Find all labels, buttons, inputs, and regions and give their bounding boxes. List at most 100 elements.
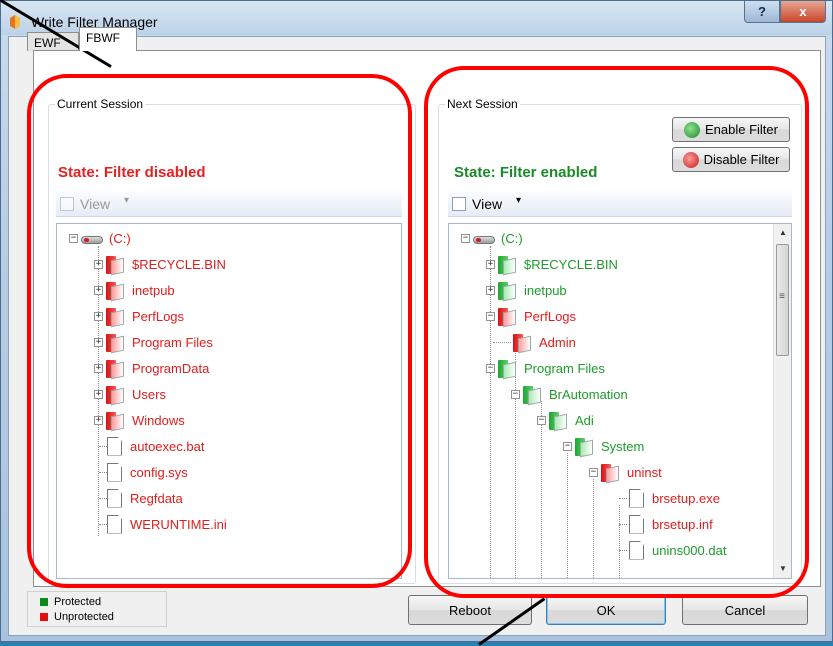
shield-x-icon — [682, 151, 699, 168]
grip-icon: ≡ — [779, 291, 785, 302]
tree-node-label: Admin — [539, 334, 576, 350]
scroll-up-icon[interactable]: ▲ — [774, 224, 791, 241]
tab-fbwf[interactable]: FBWF — [79, 27, 137, 51]
tree-node[interactable]: + $RECYCLE.BIN — [486, 254, 618, 276]
expand-icon[interactable]: + — [94, 389, 103, 399]
tree-node-label: brsetup.inf — [652, 516, 713, 532]
expand-icon[interactable]: + — [94, 285, 103, 295]
folder-icon — [549, 410, 567, 432]
tree-root-drive[interactable]: − (C:) — [461, 228, 523, 248]
collapse-icon[interactable]: − — [537, 415, 546, 425]
tree-node-label: Users — [132, 386, 166, 402]
tree-node[interactable]: autoexec.bat — [99, 436, 205, 456]
file-icon — [107, 488, 122, 508]
tree-node-label: Adi — [575, 412, 594, 428]
next-view-menu[interactable]: View — [472, 196, 502, 212]
collapse-icon[interactable]: − — [486, 363, 495, 373]
tree-node[interactable]: brsetup.inf — [619, 514, 713, 534]
tree-node-label: BrAutomation — [549, 386, 628, 402]
collapse-icon[interactable]: − — [486, 311, 495, 321]
file-icon — [107, 462, 122, 482]
expand-icon[interactable]: + — [94, 311, 103, 321]
folder-icon — [106, 332, 124, 354]
tree-node[interactable]: + $RECYCLE.BIN — [94, 254, 226, 276]
view-icon — [60, 197, 74, 211]
expand-icon[interactable]: + — [94, 259, 103, 269]
disable-filter-button[interactable]: Disable Filter — [672, 147, 790, 172]
folder-icon — [498, 306, 516, 328]
file-icon — [107, 436, 122, 456]
tree-node[interactable]: Regfdata — [99, 488, 183, 508]
folder-icon — [498, 358, 516, 380]
tree-node[interactable]: config.sys — [99, 462, 188, 482]
unprotected-swatch — [40, 613, 48, 621]
current-session-tree[interactable]: − (C:) + $RECYCLE.BIN + inetpub + PerfLogs … — [56, 223, 402, 579]
close-button[interactable]: x — [780, 1, 826, 23]
expand-icon[interactable]: + — [486, 259, 495, 269]
drive-icon — [81, 231, 103, 245]
tree-node-label: PerfLogs — [524, 308, 577, 324]
protected-swatch — [40, 598, 48, 606]
tree-node-label: Program Files — [524, 360, 605, 376]
fbwf-tab-page: Current Session State: Filter disabled V… — [33, 50, 821, 587]
tree-node[interactable]: − Program Files — [486, 358, 605, 380]
tree-node[interactable]: + Users — [94, 384, 166, 406]
app-window: Write Filter Manager ? x EWF FBWF Curren… — [0, 0, 833, 646]
collapse-icon[interactable]: − — [461, 233, 470, 243]
next-session-tree[interactable]: − (C:) + $RECYCLE.BIN + inetpub − PerfLogs … — [448, 223, 792, 579]
expand-icon[interactable]: + — [486, 285, 495, 295]
folder-icon — [106, 254, 124, 276]
current-view-toolbar: View ▾ — [56, 191, 402, 217]
scrollbar-thumb[interactable]: ≡ — [776, 244, 789, 356]
tree-node[interactable]: + Windows — [94, 410, 185, 432]
tree-node[interactable]: − uninst — [589, 462, 662, 484]
tree-node[interactable]: − Adi — [537, 410, 594, 432]
drive-icon — [473, 231, 495, 245]
file-icon — [629, 514, 644, 534]
help-button[interactable]: ? — [744, 1, 780, 23]
tree-node-label: inetpub — [524, 282, 567, 298]
tree-node[interactable]: + ProgramData — [94, 358, 209, 380]
collapse-icon[interactable]: − — [511, 389, 520, 399]
tree-node[interactable]: unins000.dat — [619, 540, 727, 560]
tree-node[interactable]: − BrAutomation — [511, 384, 628, 406]
tree-node-label: $RECYCLE.BIN — [132, 256, 226, 272]
tree-node[interactable]: − PerfLogs — [486, 306, 577, 328]
collapse-icon[interactable]: − — [589, 467, 598, 477]
enable-filter-button[interactable]: Enable Filter — [672, 117, 790, 142]
collapse-icon[interactable]: − — [69, 233, 78, 243]
expand-icon[interactable]: + — [94, 415, 103, 425]
file-icon — [629, 540, 644, 560]
current-session-label: Current Session — [55, 97, 146, 111]
tree-node[interactable]: + inetpub — [486, 280, 567, 302]
tree-node[interactable]: brsetup.exe — [619, 488, 720, 508]
tree-node-label: unins000.dat — [652, 542, 727, 558]
ok-button[interactable]: OK — [546, 595, 666, 625]
tree-node[interactable]: WERUNTIME.ini — [99, 514, 227, 534]
vertical-scrollbar[interactable]: ▲ ≡ ▼ — [773, 224, 791, 578]
cancel-button[interactable]: Cancel — [682, 595, 808, 625]
tree-node-label: config.sys — [130, 464, 188, 480]
tree-node[interactable]: + inetpub — [94, 280, 175, 302]
enable-filter-label: Enable Filter — [705, 122, 778, 137]
app-icon — [10, 15, 20, 29]
tree-node[interactable]: + PerfLogs — [94, 306, 184, 328]
current-view-menu[interactable]: View — [80, 196, 110, 212]
shield-check-icon — [684, 121, 700, 138]
tree-node[interactable]: Admin — [493, 332, 576, 354]
current-state-text: State: Filter disabled — [58, 164, 206, 181]
tree-node[interactable]: + Program Files — [94, 332, 213, 354]
folder-icon — [523, 384, 541, 406]
tree-node[interactable]: − System — [563, 436, 644, 458]
tree-node-label: autoexec.bat — [130, 438, 205, 454]
folder-icon — [106, 306, 124, 328]
expand-icon[interactable]: + — [94, 363, 103, 373]
tree-root-drive[interactable]: − (C:) — [69, 228, 131, 248]
collapse-icon[interactable]: − — [563, 441, 572, 451]
expand-icon[interactable]: + — [94, 337, 103, 347]
scroll-down-icon[interactable]: ▼ — [774, 560, 791, 577]
legend-unprotected-label: Unprotected — [54, 611, 114, 623]
next-session-label: Next Session — [445, 97, 520, 111]
tree-node-label: inetpub — [132, 282, 175, 298]
legend-protected-label: Protected — [54, 596, 102, 608]
